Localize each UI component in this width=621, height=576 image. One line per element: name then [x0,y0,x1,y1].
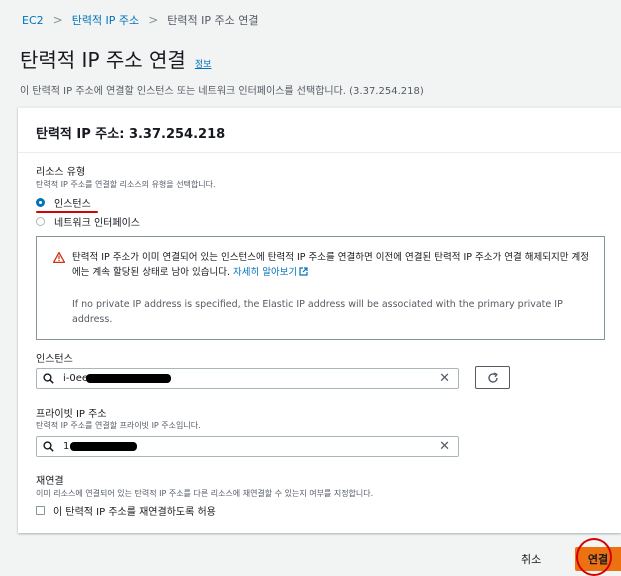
private-ip-search-input[interactable]: 1 ✕ [36,436,459,457]
redaction-mark [70,442,137,451]
reassociate-label: 재연결 [36,476,64,487]
page-description: 이 탄력적 IP 주소에 연결할 인스턴스 또는 네트워크 인터페이스를 선택합… [20,86,424,97]
breadcrumb-current: 탄력적 IP 주소 연결 [167,14,259,27]
alert-message: 탄력적 IP 주소가 이미 연결되어 있는 인스턴스에 탄력적 IP 주소를 연… [72,250,592,280]
search-icon [43,441,54,452]
chevron-right-icon: > [148,13,159,27]
refresh-icon [487,371,498,383]
alert-message-ko: 탄력적 IP 주소가 이미 연결되어 있는 인스턴스에 탄력적 IP 주소를 연… [72,252,589,278]
external-link-icon [299,267,308,276]
radio-network-interface-label: 네트워크 인터페이스 [54,218,140,229]
radio-network-interface[interactable]: 네트워크 인터페이스 [36,214,140,229]
clear-icon[interactable]: ✕ [439,439,450,454]
info-link[interactable]: 정보 [195,57,212,70]
breadcrumb-ec2[interactable]: EC2 [22,14,44,27]
instance-label: 인스턴스 [36,354,73,365]
warning-alert: 탄력적 IP 주소가 이미 연결되어 있는 인스턴스에 탄력적 IP 주소를 연… [36,236,605,340]
reassociate-hint: 이미 리소스에 연결되어 있는 탄력적 IP 주소를 다른 리소스에 재연결할 … [36,489,374,498]
reassociate-checkbox-label: 이 탄력적 IP 주소를 재연결하도록 허용 [53,507,216,518]
alert-message-en: If no private IP address is specified, t… [72,299,563,325]
page-title: 탄력적 IP 주소 연결 [20,48,186,72]
chevron-right-icon: > [52,13,63,27]
page-header: 탄력적 IP 주소 연결 정보 [20,44,211,73]
private-ip-label: 프라이빗 IP 주소 [36,409,107,420]
panel-header: 탄력적 IP 주소: 3.37.254.218 [18,108,621,153]
private-ip-hint: 탄력적 IP 주소를 연결할 프라이빗 IP 주소입니다. [36,421,201,430]
radio-selected-icon [36,198,45,207]
radio-instance[interactable]: 인스턴스 [36,195,91,210]
learn-more-link[interactable]: 자세히 알아보기 [233,267,308,278]
instance-value: i-0ee [63,373,89,384]
refresh-button[interactable] [475,366,510,389]
warning-icon [53,252,65,263]
search-icon [43,373,54,384]
breadcrumb-elastic-ips[interactable]: 탄력적 IP 주소 [72,12,139,28]
panel-title: 탄력적 IP 주소: 3.37.254.218 [36,127,226,142]
clear-icon[interactable]: ✕ [439,371,450,386]
checkbox-unchecked-icon [36,506,45,515]
radio-unselected-icon [36,217,45,226]
breadcrumb: EC2 > 탄력적 IP 주소 > 탄력적 IP 주소 연결 [22,12,258,28]
resource-type-label: 리소스 유형 [36,167,86,178]
resource-type-hint: 탄력적 IP 주소를 연결할 리소스의 유형을 선택합니다. [36,180,216,189]
annotation-underline [36,211,98,213]
reassociate-checkbox[interactable]: 이 탄력적 IP 주소를 재연결하도록 허용 [36,503,216,518]
private-ip-value: 1 [63,441,70,452]
cancel-button[interactable]: 취소 [521,551,541,567]
radio-instance-label: 인스턴스 [54,199,91,210]
instance-search-input[interactable]: i-0ee ✕ [36,368,459,389]
redaction-mark [86,374,171,383]
annotation-circle [576,538,612,576]
